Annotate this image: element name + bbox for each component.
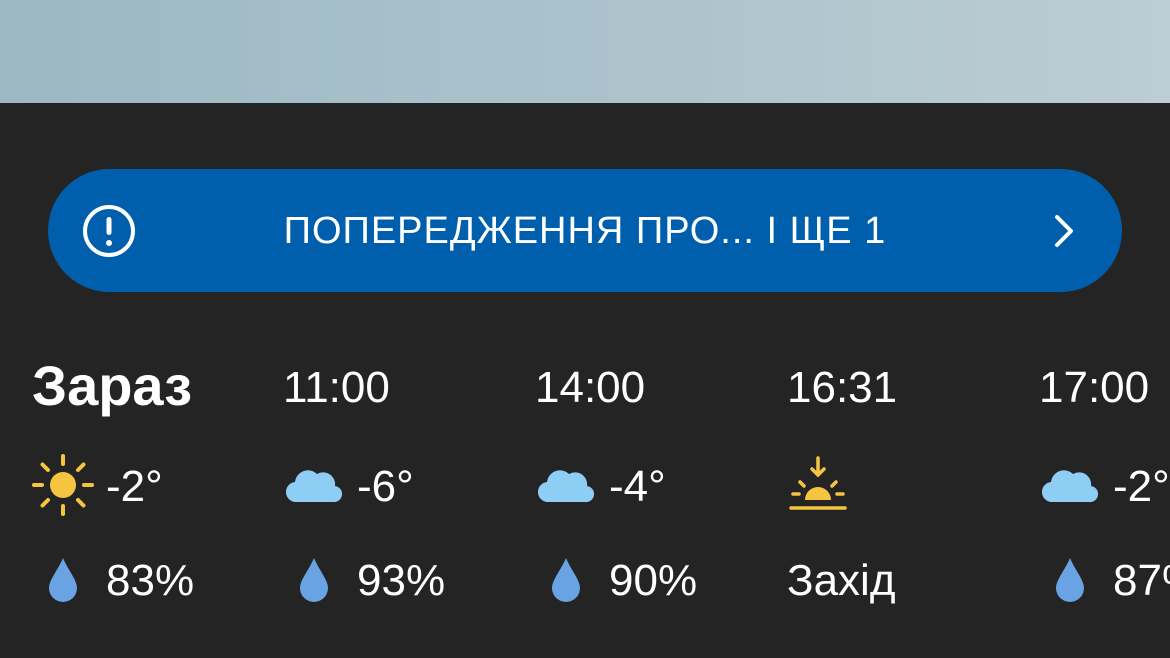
raindrop-icon bbox=[1056, 558, 1084, 602]
raindrop-icon bbox=[49, 558, 77, 602]
hour-time: Зараз bbox=[32, 354, 193, 417]
exclamation-circle-icon bbox=[83, 205, 135, 257]
hourly-item-1100[interactable]: 11:00 -6° 93% bbox=[283, 352, 543, 632]
hourly-item-sunset[interactable]: 16:31 Захід bbox=[787, 352, 1047, 632]
hour-time: 14:00 bbox=[535, 363, 646, 412]
hour-temperature: -4° bbox=[609, 462, 666, 511]
hour-humidity: 83% bbox=[106, 556, 195, 605]
cloud-icon bbox=[1041, 470, 1099, 503]
hourly-item-1700[interactable]: 17:00 -2° 87% bbox=[1039, 352, 1170, 632]
hour-humidity: 93% bbox=[357, 556, 446, 605]
alert-text: ПОПЕРЕДЖЕННЯ ПРО... І ЩЕ 1 bbox=[283, 210, 887, 252]
raindrop-icon bbox=[300, 558, 328, 602]
hourly-item-now[interactable]: Зараз -2° 83% bbox=[32, 352, 292, 632]
sunset-label: Захід bbox=[787, 556, 896, 605]
hour-time: 16:31 bbox=[787, 363, 898, 412]
hour-time: 11:00 bbox=[283, 363, 390, 412]
hour-humidity: 87% bbox=[1113, 556, 1170, 605]
hour-time: 17:00 bbox=[1039, 363, 1150, 412]
hour-temperature: -2° bbox=[106, 462, 163, 511]
cloud-icon bbox=[285, 470, 343, 503]
hour-temperature: -2° bbox=[1113, 462, 1170, 511]
hour-temperature: -6° bbox=[357, 462, 414, 511]
sky-background bbox=[0, 0, 1170, 103]
hourly-item-1400[interactable]: 14:00 -4° 90% bbox=[535, 352, 795, 632]
raindrop-icon bbox=[552, 558, 580, 602]
chevron-right-icon bbox=[1055, 215, 1073, 247]
sun-icon bbox=[32, 454, 94, 516]
cloud-icon bbox=[537, 470, 595, 503]
hour-humidity: 90% bbox=[609, 556, 698, 605]
sunset-icon bbox=[789, 456, 847, 510]
